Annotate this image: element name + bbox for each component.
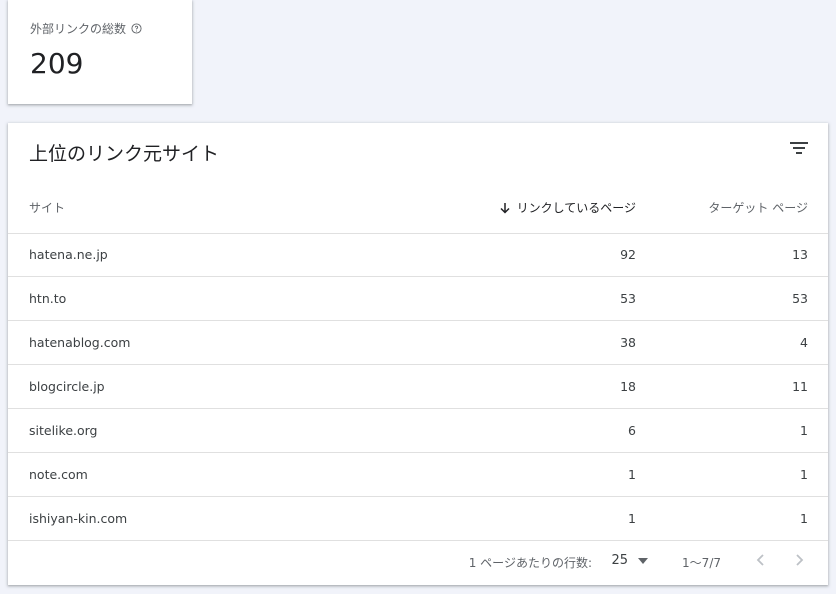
table-row[interactable]: note.com 1 1 [8,453,828,497]
rows-per-page-value: 25 [611,553,628,568]
cell-linking-pages: 1 [628,467,636,482]
table-header: サイト リンクしているページ ターゲット ページ [8,185,828,234]
cell-target-pages: 1 [800,511,808,526]
stat-label: 外部リンクの総数 [30,22,127,36]
rows-per-page-select[interactable]: 25 [611,553,648,568]
cell-site: htn.to [29,291,67,306]
cell-site: blogcircle.jp [29,379,105,394]
cell-target-pages: 53 [792,291,808,306]
cell-target-pages: 1 [800,423,808,438]
caret-down-icon [638,557,648,564]
rows-per-page-label: 1 ページあたりの行数: [468,556,592,570]
cell-site: hatena.ne.jp [29,247,108,262]
cell-target-pages: 13 [792,247,808,262]
cell-target-pages: 1 [800,467,808,482]
cell-linking-pages: 1 [628,511,636,526]
cell-site: note.com [29,467,88,482]
stat-label-row: 外部リンクの総数 [30,20,192,37]
cell-target-pages: 11 [792,379,808,394]
stat-value: 209 [30,47,84,80]
arrow-down-icon [500,202,510,214]
cell-site: sitelike.org [29,423,98,438]
table-pagination: 1 ページあたりの行数: 25 1〜7/7 [8,541,828,585]
cell-site: ishiyan-kin.com [29,511,128,526]
table-row[interactable]: ishiyan-kin.com 1 1 [8,497,828,541]
top-linking-sites-card: 上位のリンク元サイト サイト リンクしているページ ターゲット ページ hate… [8,123,828,585]
external-links-total-card: 外部リンクの総数 209 [8,0,192,104]
table-row[interactable]: hatena.ne.jp 92 13 [8,233,828,277]
table-row[interactable]: htn.to 53 53 [8,277,828,321]
help-circle-icon[interactable] [131,23,142,34]
column-header-linking-pages-label: リンクしているページ [516,201,636,215]
column-header-site[interactable]: サイト [29,199,65,216]
table-row[interactable]: sitelike.org 6 1 [8,409,828,453]
cell-linking-pages: 18 [620,379,636,394]
filter-icon[interactable] [790,141,808,155]
cell-site: hatenablog.com [29,335,131,350]
table-row[interactable]: blogcircle.jp 18 11 [8,365,828,409]
chevron-right-icon[interactable] [790,551,808,569]
table-body: hatena.ne.jp 92 13 htn.to 53 53 hatenabl… [8,233,828,541]
cell-linking-pages: 6 [628,423,636,438]
page-range-label: 1〜7/7 [682,556,721,570]
cell-linking-pages: 92 [620,247,636,262]
card-title: 上位のリンク元サイト [29,143,220,165]
chevron-left-icon[interactable] [752,551,770,569]
cell-linking-pages: 53 [620,291,636,306]
column-header-target-pages[interactable]: ターゲット ページ [708,199,808,216]
table-row[interactable]: hatenablog.com 38 4 [8,321,828,365]
cell-linking-pages: 38 [620,335,636,350]
column-header-linking-pages[interactable]: リンクしているページ [499,199,636,216]
cell-target-pages: 4 [800,335,808,350]
